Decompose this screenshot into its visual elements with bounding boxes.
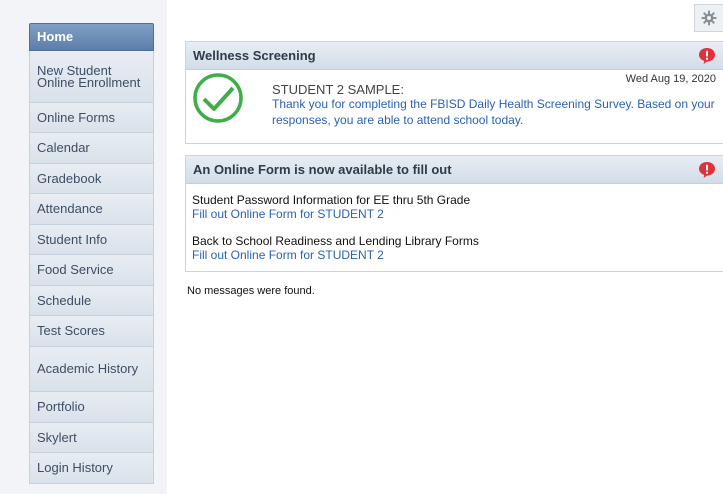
fill-out-form-link[interactable]: Fill out Online Form for STUDENT 2: [192, 207, 470, 221]
sidebar-item-home[interactable]: Home: [29, 23, 154, 51]
sidebar-item-calendar[interactable]: Calendar: [29, 133, 154, 164]
sidebar-item-skylert[interactable]: Skylert: [29, 423, 154, 453]
sidebar-item-student-info[interactable]: Student Info: [29, 225, 154, 255]
wellness-screening-panel: Wellness Screening Wed Aug 19, 2020 STUD…: [185, 41, 723, 144]
gear-icon: [701, 10, 717, 26]
form-item: Student Password Information for EE thru…: [192, 193, 470, 221]
sidebar-item-new-student-online-enrollment[interactable]: New Student Online Enrollment: [29, 51, 154, 103]
form-item: Back to School Readiness and Lending Lib…: [192, 234, 479, 262]
sidebar-nav: Home New Student Online Enrollment Onlin…: [29, 23, 154, 484]
sidebar-item-academic-history[interactable]: Academic History: [29, 347, 154, 392]
sidebar-item-schedule[interactable]: Schedule: [29, 286, 154, 316]
online-form-panel: An Online Form is now available to fill …: [185, 155, 723, 272]
sidebar-item-food-service[interactable]: Food Service: [29, 255, 154, 286]
online-form-title: An Online Form is now available to fill …: [193, 162, 452, 177]
alert-icon[interactable]: [698, 47, 716, 65]
wellness-date: Wed Aug 19, 2020: [625, 73, 716, 85]
wellness-screening-header: Wellness Screening: [186, 42, 723, 70]
sidebar-item-gradebook[interactable]: Gradebook: [29, 164, 154, 194]
wellness-student-name: STUDENT 2 SAMPLE:: [272, 82, 404, 97]
checkmark-circle-icon: [193, 73, 243, 123]
form-name: Back to School Readiness and Lending Lib…: [192, 234, 479, 248]
online-form-header: An Online Form is now available to fill …: [186, 156, 723, 184]
wellness-screening-title: Wellness Screening: [193, 48, 316, 63]
wellness-message: Thank you for completing the FBISD Daily…: [272, 97, 715, 127]
sidebar-item-test-scores[interactable]: Test Scores: [29, 316, 154, 347]
fill-out-form-link[interactable]: Fill out Online Form for STUDENT 2: [192, 248, 479, 262]
sidebar-item-attendance[interactable]: Attendance: [29, 194, 154, 225]
settings-button[interactable]: [694, 4, 723, 32]
sidebar-item-login-history[interactable]: Login History: [29, 453, 154, 484]
form-name: Student Password Information for EE thru…: [192, 193, 471, 207]
alert-icon[interactable]: [698, 161, 716, 179]
no-messages-text: No messages were found.: [187, 285, 315, 297]
main-content: Wellness Screening Wed Aug 19, 2020 STUD…: [167, 0, 723, 494]
sidebar-item-online-forms[interactable]: Online Forms: [29, 103, 154, 133]
sidebar-item-portfolio[interactable]: Portfolio: [29, 392, 154, 423]
